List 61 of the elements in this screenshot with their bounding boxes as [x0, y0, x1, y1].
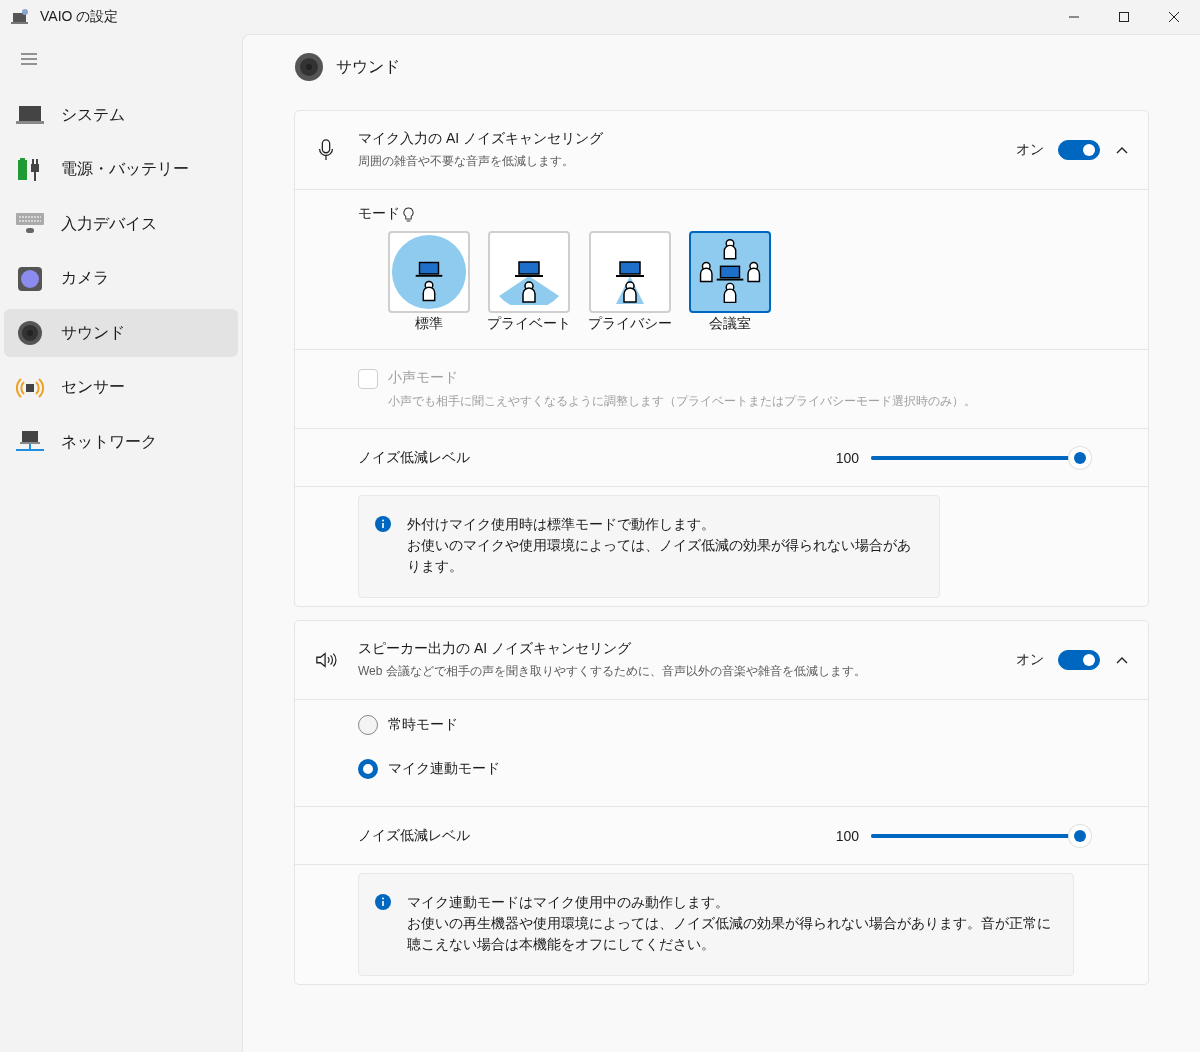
- camera-lens-icon: [15, 266, 45, 291]
- section-title: スピーカー出力の AI ノイズキャンセリング: [358, 640, 632, 658]
- info-text: マイク連動モードはマイク使用中のみ動作します。: [407, 893, 730, 912]
- info-text: 外付けマイク使用時は標準モードで動作します。: [407, 515, 716, 534]
- sidebar-item[interactable]: 入力デバイス: [4, 200, 238, 248]
- mode-label: プライバシー: [588, 315, 672, 333]
- chevron-icon[interactable]: [1116, 656, 1128, 664]
- sidebar-item[interactable]: ネットワーク: [4, 418, 238, 466]
- slider-thumb[interactable]: [1069, 446, 1091, 469]
- sidebar-item[interactable]: カメラ: [4, 254, 238, 303]
- laptop-person-narrow-beam-icon: [615, 261, 645, 305]
- info-icon: [375, 516, 391, 532]
- maximize-icon[interactable]: [1118, 11, 1130, 23]
- sidebar-item[interactable]: システム: [4, 91, 238, 139]
- network-computer-icon: [15, 430, 45, 454]
- lightbulb-icon: [403, 206, 414, 222]
- toggle-label: オン: [1016, 651, 1044, 669]
- mode-label: 会議室: [709, 315, 751, 333]
- mode-label: 標準: [415, 315, 443, 333]
- page-title: サウンド: [336, 56, 400, 77]
- laptop-icon: [15, 103, 45, 127]
- speaker-icon: [294, 52, 324, 82]
- info-text: お使いのマイクや使用環境によっては、ノイズ低減の効果が得られない場合があります。: [407, 536, 912, 576]
- section-title: マイク入力の AI ノイズキャンセリング: [358, 130, 604, 148]
- slider[interactable]: [871, 446, 1091, 469]
- speaker-volume-icon: [315, 649, 337, 671]
- sidebar-item[interactable]: サウンド: [4, 309, 238, 357]
- slider-label: ノイズ低減レベル: [358, 448, 471, 467]
- radio-label: マイク連動モード: [388, 760, 500, 778]
- slider-label: ノイズ低減レベル: [358, 826, 471, 845]
- sidebar-item[interactable]: 電源・バッテリー: [4, 145, 238, 194]
- menu-icon[interactable]: [21, 53, 37, 65]
- app-laptop-icon: [10, 8, 30, 26]
- toggle-switch[interactable]: [1058, 650, 1100, 670]
- mode-label: モード: [358, 205, 400, 223]
- window-title: VAIO の設定: [40, 8, 119, 26]
- mode-label: プライベート: [487, 315, 571, 333]
- section-description: 周囲の雑音や不要な音声を低減します。: [358, 153, 575, 170]
- slider-value: 100: [835, 827, 859, 844]
- radio-button[interactable]: [358, 715, 378, 735]
- close-icon[interactable]: [1168, 11, 1180, 23]
- info-text: お使いの再生機器や使用環境によっては、ノイズ低減の効果が得られない場合があります。音が正常に聴こえない場合は本機能をオフにしてください。: [407, 914, 1052, 954]
- toggle-label: オン: [1016, 141, 1044, 159]
- laptop-person-wide-beam-icon: [498, 261, 560, 305]
- chevron-icon[interactable]: [1116, 146, 1128, 154]
- section-description: Web 会議などで相手の声を聞き取りやすくするために、音声以外の音楽や雑音を低減します。: [358, 663, 867, 680]
- speaker-icon: [15, 321, 45, 345]
- sidebar-item[interactable]: センサー: [4, 363, 238, 412]
- radio-button[interactable]: [358, 759, 378, 779]
- mode-option[interactable]: [689, 231, 771, 313]
- checkbox-description: 小声でも相手に聞こえやすくなるように調整します（プライベートまたはプライバシーモード選択時のみ）。: [388, 393, 976, 410]
- toggle-switch[interactable]: [1058, 140, 1100, 160]
- checkbox-label: 小声モード: [388, 369, 459, 387]
- radio-label: 常時モード: [388, 716, 458, 734]
- keyboard-mouse-icon: [15, 212, 45, 236]
- sensor-icon: [15, 375, 45, 400]
- slider-value: 100: [835, 449, 859, 466]
- slider-thumb[interactable]: [1069, 824, 1091, 847]
- laptop-person-circle-icon: [391, 234, 467, 310]
- slider[interactable]: [871, 824, 1091, 847]
- info-icon: [375, 894, 391, 910]
